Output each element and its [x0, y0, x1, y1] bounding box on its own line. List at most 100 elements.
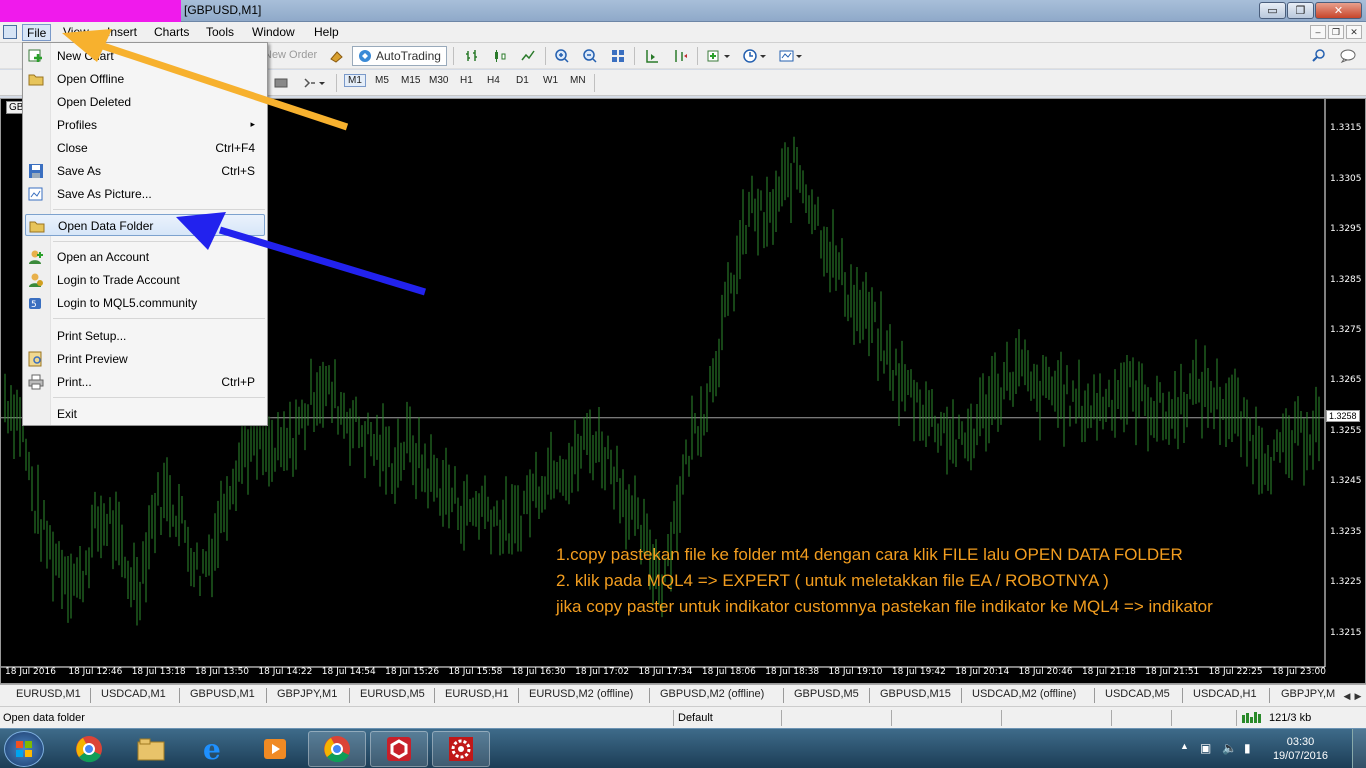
menu-item-print-preview[interactable]: Print Preview [25, 348, 265, 370]
menu-tools[interactable]: Tools [202, 24, 238, 41]
chart-tab[interactable]: EURUSD,M1 [16, 688, 81, 700]
mdi-close-button[interactable]: ✕ [1346, 25, 1362, 39]
menu-item-new-chart[interactable]: New Chart [25, 45, 265, 67]
menu-item-open-offline[interactable]: Open Offline [25, 68, 265, 90]
chart-shift-icon[interactable] [669, 46, 691, 66]
time-tick-label: 18 Jul 20:46 [1018, 667, 1073, 677]
menu-item-save-as-picture[interactable]: Save As Picture... [25, 183, 265, 205]
chrome-taskbar-icon[interactable] [60, 731, 118, 767]
price-tick-label: 1.3245 [1330, 476, 1362, 487]
timeframe-h1[interactable]: H1 [460, 75, 473, 86]
menu-file[interactable]: File [22, 24, 52, 41]
menu-help[interactable]: Help [310, 24, 343, 41]
mdi-minimize-button[interactable]: – [1310, 25, 1326, 39]
timeframe-mn[interactable]: MN [570, 75, 586, 86]
shapes-menu-icon[interactable] [300, 73, 328, 93]
status-separator [1111, 710, 1112, 726]
candlestick-chart-icon[interactable] [489, 46, 511, 66]
tray-expand-icon[interactable]: ▲ [1180, 741, 1189, 751]
search-icon[interactable] [1310, 46, 1328, 66]
menu-item-close[interactable]: Close Ctrl+F4 [25, 137, 265, 159]
timeframe-m1[interactable]: M1 [344, 74, 366, 87]
market-watch-icon[interactable] [326, 46, 346, 66]
timeframe-h4[interactable]: H4 [487, 75, 500, 86]
tile-windows-icon[interactable] [607, 46, 629, 66]
network-icon[interactable]: ▣ [1200, 741, 1211, 755]
menu-window[interactable]: Window [248, 24, 299, 41]
timeframe-m30[interactable]: M30 [429, 75, 448, 86]
timeframe-w1[interactable]: W1 [543, 75, 558, 86]
chart-tab[interactable]: USDCAD,M1 [101, 688, 166, 700]
chart-tab[interactable]: GBPUSD,M5 [794, 688, 859, 700]
zoom-in-icon[interactable] [551, 46, 573, 66]
menu-view[interactable]: View [59, 24, 93, 41]
mdi-restore-button[interactable]: ❐ [1328, 25, 1344, 39]
power-icon[interactable]: ▮ [1244, 741, 1251, 755]
status-separator [1001, 710, 1002, 726]
tabs-scroll-right-icon[interactable]: ▶ [1353, 686, 1363, 706]
timeframe-d1[interactable]: D1 [516, 75, 529, 86]
menu-item-login-mql5[interactable]: 5 Login to MQL5.community [25, 292, 265, 314]
bar-chart-icon[interactable] [461, 46, 483, 66]
start-button[interactable] [4, 731, 44, 767]
periods-icon[interactable] [740, 46, 770, 66]
menu-item-open-deleted[interactable]: Open Deleted [25, 91, 265, 113]
chrome-running-taskbar-icon[interactable] [308, 731, 366, 767]
metatrader-taskbar-icon[interactable] [432, 731, 490, 767]
explorer-taskbar-icon[interactable] [122, 731, 180, 767]
chart-tab[interactable]: USDCAD,H1 [1193, 688, 1257, 700]
minimize-button[interactable]: ▭ [1259, 2, 1286, 19]
folder-icon [28, 217, 46, 235]
time-tick-label: 18 Jul 18:06 [701, 667, 756, 677]
chart-tab[interactable]: GBPJPY,M1 [277, 688, 337, 700]
menu-item-login-trade-account[interactable]: Login to Trade Account [25, 269, 265, 291]
connection-icon [1242, 711, 1264, 726]
chart-tab[interactable]: USDCAD,M2 (offline) [972, 688, 1076, 700]
menu-item-print-setup[interactable]: Print Setup... [25, 325, 265, 347]
new-order-button[interactable]: New Order [264, 49, 317, 61]
timeframe-m15[interactable]: M15 [401, 75, 420, 86]
rectangle-tool-icon[interactable] [272, 73, 290, 93]
indicators-icon[interactable] [704, 46, 734, 66]
chart-tab[interactable]: GBPJPY,M [1281, 688, 1341, 700]
line-chart-icon[interactable] [517, 46, 539, 66]
menu-charts[interactable]: Charts [150, 24, 193, 41]
templates-icon[interactable] [776, 46, 806, 66]
menu-item-save-as[interactable]: Save As Ctrl+S [25, 160, 265, 182]
chart-tab[interactable]: USDCAD,M5 [1105, 688, 1170, 700]
menu-item-print[interactable]: Print... Ctrl+P [25, 371, 265, 393]
app-icon[interactable] [3, 25, 17, 39]
chart-tab[interactable]: GBPUSD,M2 (offline) [660, 688, 764, 700]
status-profile[interactable]: Default [678, 712, 713, 724]
tabs-scroll-left-icon[interactable]: ◀ [1342, 686, 1352, 706]
app-taskbar-icon[interactable] [370, 731, 428, 767]
chart-tab[interactable]: EURUSD,M2 (offline) [529, 688, 633, 700]
maximize-button[interactable]: ❐ [1287, 2, 1314, 19]
close-button[interactable]: ✕ [1315, 2, 1362, 19]
menu-item-exit[interactable]: Exit [25, 403, 265, 425]
current-price-label: 1.3258 [1326, 410, 1360, 422]
show-desktop-button[interactable] [1352, 729, 1366, 768]
timeframe-m5[interactable]: M5 [375, 75, 389, 86]
chart-tab[interactable]: EURUSD,M5 [360, 688, 425, 700]
menu-item-open-data-folder[interactable]: Open Data Folder [25, 214, 265, 236]
auto-scroll-icon[interactable] [641, 46, 663, 66]
chart-tab-active[interactable]: GBPUSD,M1 [190, 688, 255, 700]
volume-icon[interactable]: 🔈 [1222, 741, 1237, 755]
chart-tab[interactable]: GBPUSD,M15 [880, 688, 951, 700]
price-tick-label: 1.3295 [1330, 224, 1362, 235]
chart-tab[interactable]: EURUSD,H1 [445, 688, 509, 700]
internet-explorer-taskbar-icon[interactable]: e [184, 731, 242, 767]
menu-insert[interactable]: Insert [103, 24, 141, 41]
autotrading-button[interactable]: AutoTrading [352, 46, 447, 66]
price-tick-label: 1.3275 [1330, 325, 1362, 336]
tab-separator [1094, 688, 1095, 703]
menu-item-open-account[interactable]: Open an Account [25, 246, 265, 268]
media-player-taskbar-icon[interactable] [246, 731, 304, 767]
menu-item-profiles[interactable]: Profiles ▸ [25, 114, 265, 136]
chat-icon[interactable] [1338, 46, 1360, 66]
price-tick-label: 1.3265 [1330, 375, 1362, 386]
title-bar: [GBPUSD,M1] ▭ ❐ ✕ [0, 0, 1366, 22]
taskbar-clock[interactable]: 03:30 19/07/2016 [1273, 735, 1328, 763]
zoom-out-icon[interactable] [579, 46, 601, 66]
